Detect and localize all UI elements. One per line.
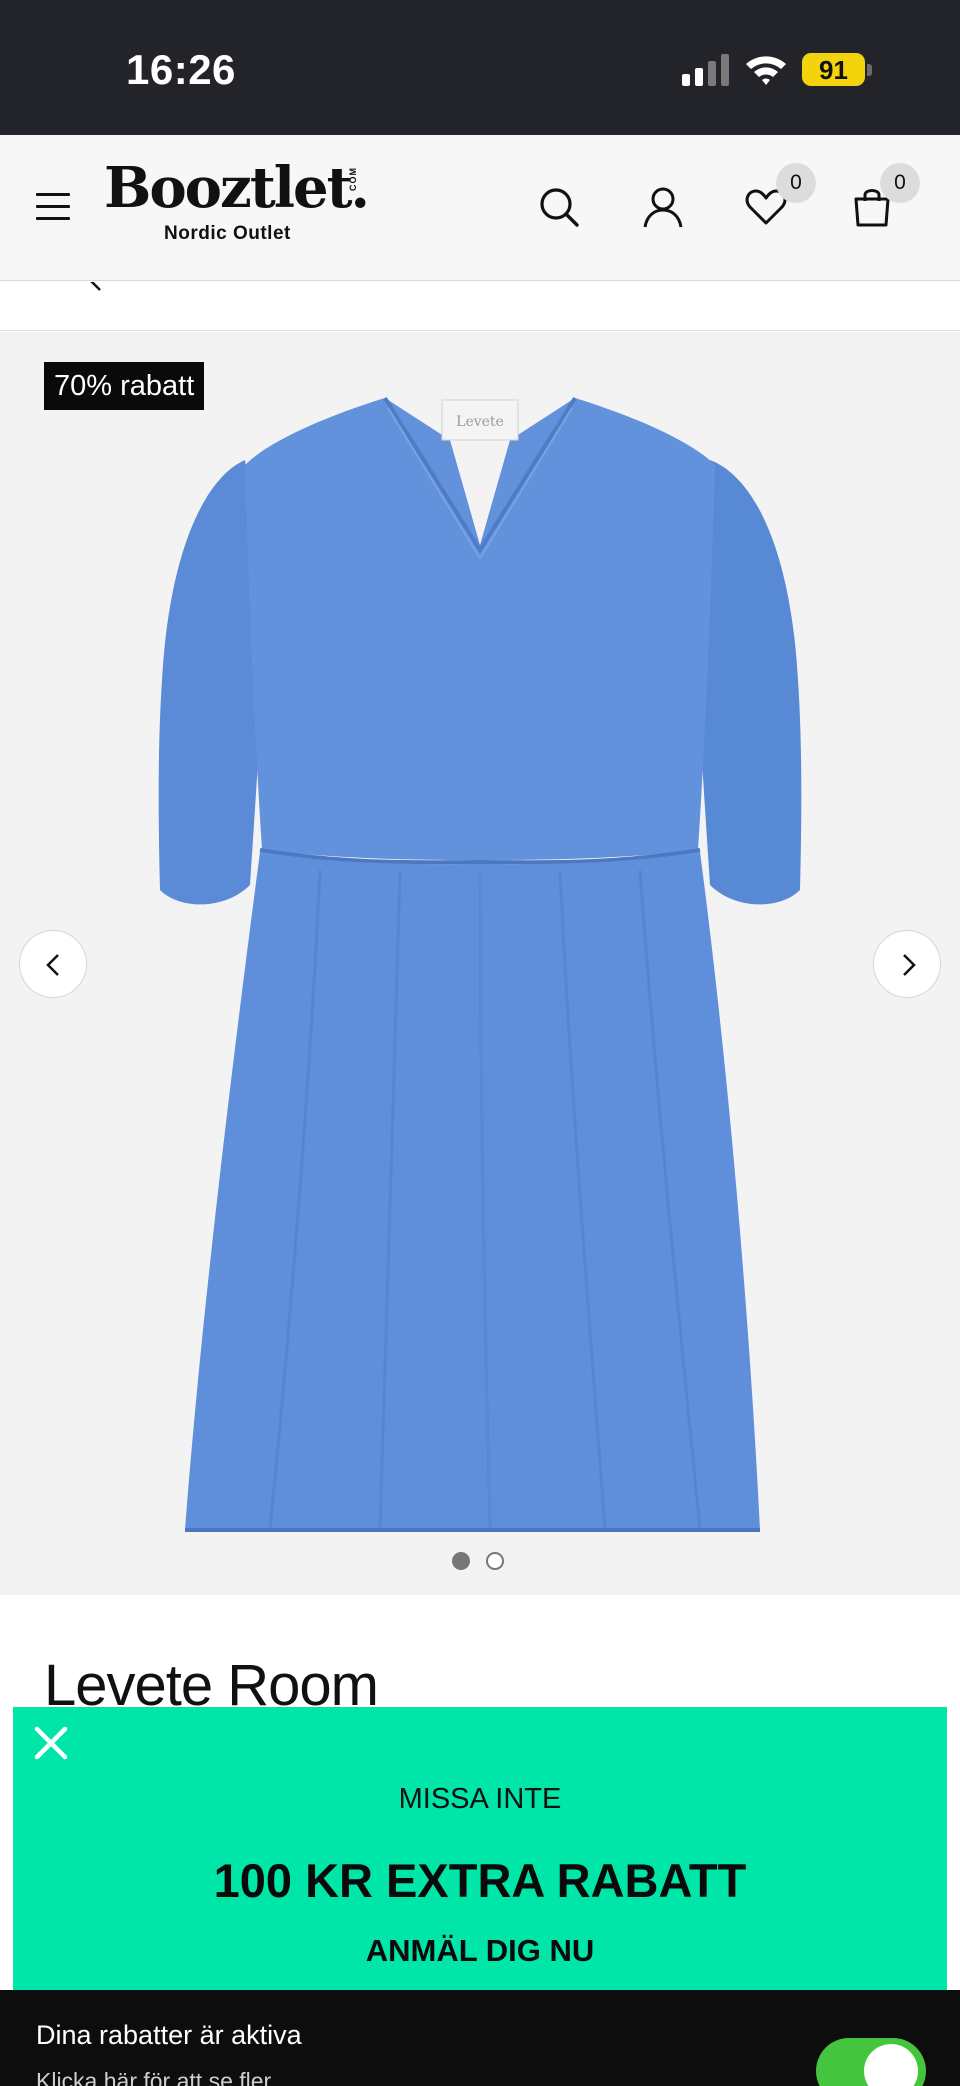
next-image-button[interactable] — [873, 930, 941, 998]
discount-status-bar: Dina rabatter är aktiva Klicka här för a… — [0, 1990, 960, 2086]
product-image-gallery[interactable]: 70% rabatt Levete — [0, 332, 960, 1595]
discount-status-title: Dina rabatter är aktiva — [36, 2020, 302, 2050]
wishlist-button[interactable]: 0 — [742, 163, 816, 231]
chevron-right-icon — [903, 954, 916, 976]
battery-icon: 91 — [802, 53, 872, 86]
cart-button[interactable]: 0 — [848, 163, 920, 231]
gallery-pagination — [452, 1552, 512, 1572]
close-icon[interactable] — [33, 1725, 69, 1761]
site-header: Booztlet. COM Nordic Outlet 0 0 — [0, 135, 960, 281]
status-time: 16:26 — [126, 46, 236, 93]
battery-level: 91 — [819, 55, 848, 85]
discount-status-subtitle: Klicka här för att se fler — [36, 2068, 272, 2086]
discount-toggle[interactable] — [816, 2038, 926, 2086]
wishlist-count-badge: 0 — [776, 163, 816, 203]
account-icon[interactable] — [639, 183, 687, 231]
promo-headline: 100 KR EXTRA RABATT — [213, 1854, 747, 1907]
status-bar: 16:26 91 — [0, 0, 960, 135]
previous-image-button[interactable] — [19, 930, 87, 998]
back-chevron-icon[interactable] — [86, 282, 106, 292]
product-image[interactable]: Levete — [150, 380, 810, 1540]
logo-tagline: Nordic Outlet — [164, 223, 291, 244]
toggle-knob — [864, 2044, 918, 2086]
hamburger-menu-icon[interactable] — [36, 193, 70, 221]
promo-kicker: MISSA INTE — [398, 1783, 562, 1815]
cellular-signal-icon — [682, 54, 729, 86]
promo-signup-link[interactable]: ANMÄL DIG NU — [13, 1933, 947, 1969]
breadcrumb-strip — [0, 282, 960, 331]
booztlet-logo[interactable]: Booztlet. COM Nordic Outlet — [104, 157, 374, 247]
chevron-left-icon — [46, 954, 59, 976]
cart-count-badge: 0 — [880, 163, 920, 203]
garment-label-text: Levete — [456, 414, 504, 430]
wifi-icon — [746, 56, 786, 85]
promo-banner[interactable]: MISSA INTE 100 KR EXTRA RABATT ANMÄL DIG… — [13, 1707, 947, 1997]
gallery-dot[interactable] — [486, 1552, 504, 1570]
logo-wordmark: Booztlet. — [104, 155, 370, 221]
logo-com: COM — [348, 167, 358, 191]
gallery-dot[interactable] — [452, 1552, 470, 1570]
search-icon[interactable] — [535, 183, 583, 231]
